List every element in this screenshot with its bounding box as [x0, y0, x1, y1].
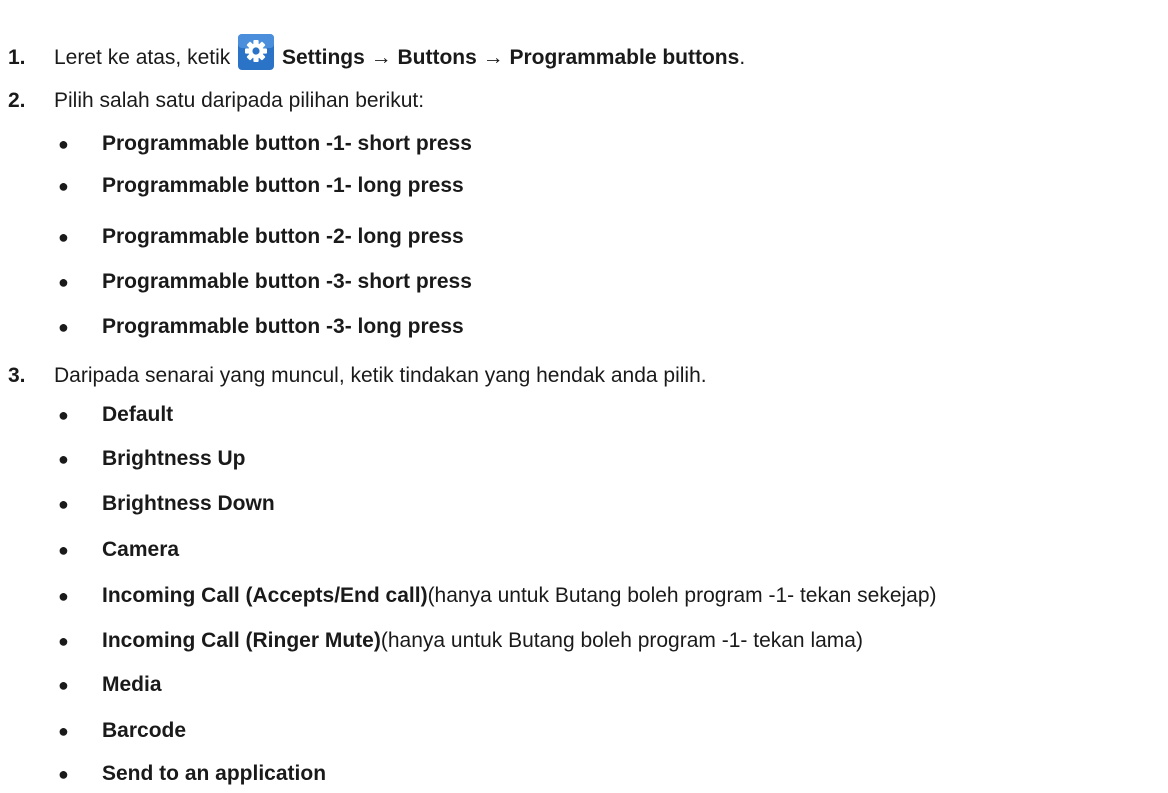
option-item: ● Programmable button -1- short press [58, 130, 472, 158]
bullet-icon: ● [58, 134, 69, 154]
action-item: ● Incoming Call (Ringer Mute)(hanya untuk… [58, 627, 863, 655]
step-period: . [739, 46, 746, 69]
bullet-icon: ● [58, 764, 69, 784]
action-item: ● Brightness Down [58, 490, 275, 518]
action-label: Brightness Down [102, 492, 275, 515]
bullet-icon: ● [58, 449, 69, 469]
step-text: Leret ke atas, ketik [54, 46, 231, 69]
bullet-icon: ● [58, 540, 69, 560]
bullet-icon: ● [58, 494, 69, 514]
action-item: ● Camera [58, 536, 179, 564]
action-label: Brightness Up [102, 447, 246, 470]
settings-path: Settings → Buttons → Programmable button… [281, 46, 740, 69]
option-label: Programmable button -2- long press [102, 225, 464, 248]
bullet-icon: ● [58, 631, 69, 651]
option-item: ● Programmable button -2- long press [58, 223, 464, 251]
document: 1. Leret ke atas, ketik Settings → Butto… [0, 0, 1168, 793]
bullet-icon: ● [58, 317, 69, 337]
bullet-icon: ● [58, 176, 69, 196]
action-note: (hanya untuk Butang boleh program -1- te… [427, 584, 937, 607]
step-number: 2. [8, 89, 26, 112]
action-label: Send to an application [102, 762, 327, 785]
step-2: 2. Pilih salah satu daripada pilihan beri… [8, 87, 424, 115]
step-text: Pilih salah satu daripada pilihan beriku… [54, 89, 425, 112]
bullet-icon: ● [58, 405, 69, 425]
step-3: 3. Daripada senarai yang muncul, ketik ti… [8, 362, 707, 390]
bullet-icon: ● [58, 227, 69, 247]
action-note: (hanya untuk Butang boleh program -1- te… [380, 629, 863, 652]
option-item: ● Programmable button -3- long press [58, 313, 464, 341]
bullet-icon: ● [58, 272, 69, 292]
option-label: Programmable button -1- short press [102, 132, 472, 155]
settings-gear-icon [238, 34, 275, 70]
action-item: ● Default [58, 401, 173, 429]
step-text: Daripada senarai yang muncul, ketik tind… [54, 364, 707, 387]
action-label: Media [102, 673, 162, 696]
action-item: ● Barcode [58, 717, 186, 745]
bullet-icon: ● [58, 675, 69, 695]
option-label: Programmable button -3- long press [102, 315, 464, 338]
step-number: 1. [8, 46, 26, 69]
bullet-icon: ● [58, 721, 69, 741]
action-label: Camera [102, 538, 180, 561]
action-item: ● Brightness Up [58, 445, 246, 473]
bullet-icon: ● [58, 586, 69, 606]
action-label: Barcode [102, 719, 187, 742]
action-item: ● Send to an application [58, 760, 326, 788]
action-label: Incoming Call (Accepts/End call) [102, 584, 428, 607]
option-label: Programmable button -1- long press [102, 174, 464, 197]
action-label: Default [102, 403, 174, 426]
step-number: 3. [8, 364, 26, 387]
action-item: ● Media [58, 671, 162, 699]
option-item: ● Programmable button -3- short press [58, 268, 472, 296]
step-1: 1. Leret ke atas, ketik Settings → Butto… [8, 34, 745, 72]
option-label: Programmable button -3- short press [102, 270, 472, 293]
action-item: ● Incoming Call (Accepts/End call)(hanya … [58, 582, 937, 610]
action-label: Incoming Call (Ringer Mute) [102, 629, 381, 652]
option-item: ● Programmable button -1- long press [58, 172, 464, 200]
